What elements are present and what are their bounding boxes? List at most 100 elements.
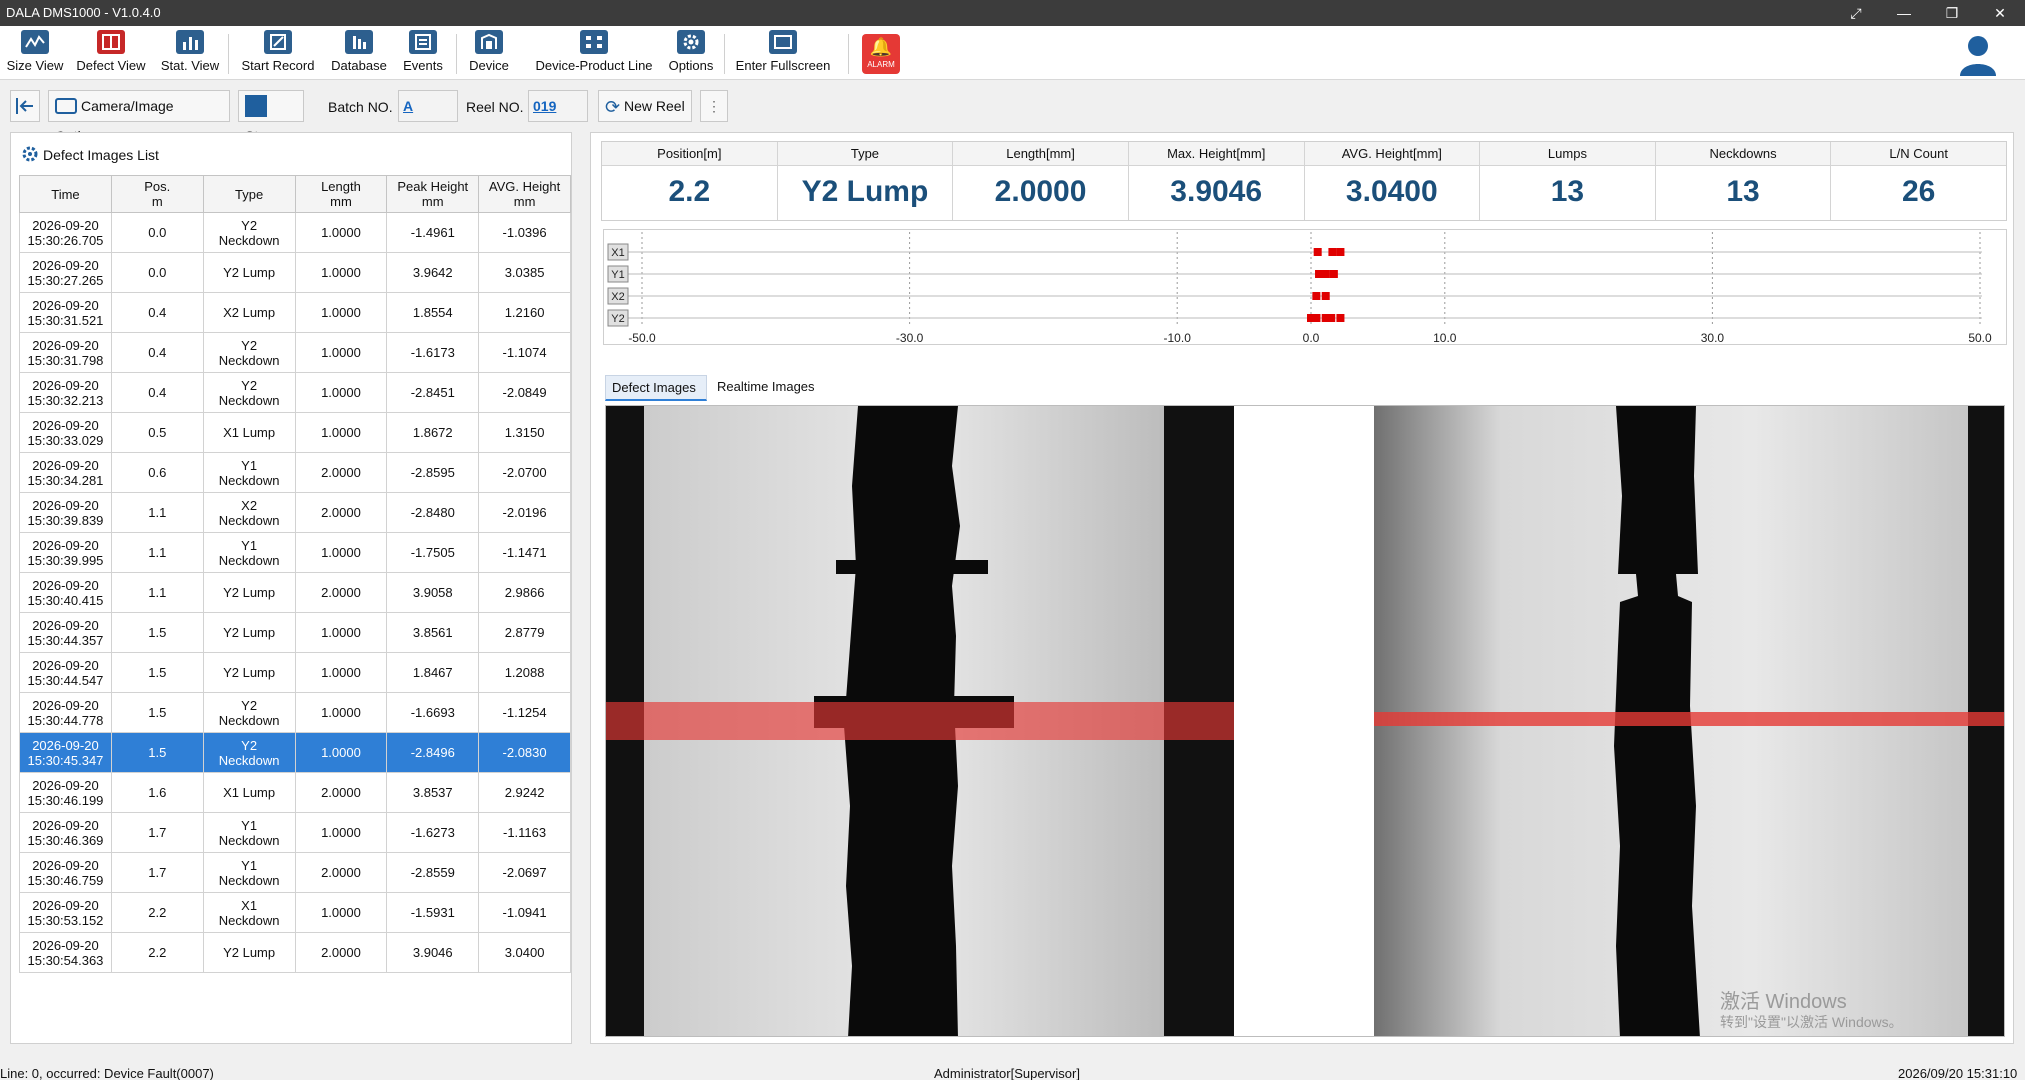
cell-avg: -2.0830 — [478, 732, 571, 773]
table-row[interactable]: 2026-09-20 15:30:34.281 0.6 Y1 Neckdown 2.00… — [19, 452, 571, 493]
defect-marker — [1312, 292, 1321, 300]
table-row[interactable]: 2026-09-20 15:30:26.705 0.0 Y2 Neckdown 1.00… — [19, 212, 571, 253]
collapse-panel-button[interactable] — [10, 90, 40, 122]
expand-icon[interactable]: ⤢ — [1832, 0, 1880, 26]
new-reel-button[interactable]: ⟳ New Reel — [598, 90, 692, 122]
table-row[interactable]: 2026-09-20 15:30:39.839 1.1 X2 Neckdown 2.00… — [19, 492, 571, 533]
cell-pos: 0.4 — [110, 332, 204, 373]
stat-label: Max. Height[mm] — [1128, 142, 1304, 166]
cell-avg: 1.2160 — [478, 292, 571, 333]
table-row[interactable]: 2026-09-20 15:30:46.759 1.7 Y1 Neckdown 2.00… — [19, 852, 571, 893]
record-icon — [264, 30, 292, 54]
window-title: DALA DMS1000 - V1.0.4.0 — [6, 5, 161, 20]
table-row[interactable]: 2026-09-20 15:30:45.347 1.5 Y2 Neckdown 1.00… — [19, 732, 571, 773]
device-product-line-button[interactable]: Device-Product Line — [530, 30, 658, 78]
cell-date: 2026-09-20 — [32, 217, 99, 233]
cell-time: 2026-09-20 15:30:53.152 — [19, 892, 112, 933]
column-header[interactable]: Pos. m — [110, 175, 204, 213]
table-row[interactable]: 2026-09-20 15:30:39.995 1.1 Y1 Neckdown 1.00… — [19, 532, 571, 573]
cell-pos: 2.2 — [110, 932, 204, 973]
cell-length: 1.0000 — [294, 332, 388, 373]
size-view-button[interactable]: Size View — [4, 30, 66, 78]
minimize-button[interactable]: — — [1880, 0, 1928, 26]
tab-defect-images[interactable]: Defect Images — [605, 375, 707, 401]
table-row[interactable]: 2026-09-20 15:30:31.521 0.4 X2 Lump 1.0000 1.… — [19, 292, 571, 333]
column-header[interactable]: Time — [19, 175, 112, 213]
toolbar-label: Size View — [6, 58, 64, 73]
product-line-icon — [580, 30, 608, 54]
table-row[interactable]: 2026-09-20 15:30:27.265 0.0 Y2 Lump 1.0000 3.… — [19, 252, 571, 293]
table-row[interactable]: 2026-09-20 15:30:32.213 0.4 Y2 Neckdown 1.00… — [19, 372, 571, 413]
column-header[interactable]: Length mm — [294, 175, 388, 213]
cell-type: Y1 Neckdown — [202, 852, 296, 893]
stat-view-button[interactable]: Stat. View — [158, 30, 222, 78]
cell-peak: -2.8496 — [386, 732, 480, 773]
table-row[interactable]: 2026-09-20 15:30:44.357 1.5 Y2 Lump 1.0000 3.… — [19, 612, 571, 653]
defects-table: Time Pos. m Type Length mm Peak Height mm AVG. H… — [19, 175, 571, 973]
cell-type: X1 Lump — [202, 412, 296, 453]
cell-time: 2026-09-20 15:30:44.778 — [19, 692, 112, 733]
table-row[interactable]: 2026-09-20 15:30:53.152 2.2 X1 Neckdown 1.00… — [19, 892, 571, 933]
table-row[interactable]: 2026-09-20 15:30:46.199 1.6 X1 Lump 2.0000 3.… — [19, 772, 571, 813]
main-toolbar: Size View Defect View Stat. View Start R… — [0, 26, 2025, 80]
cell-avg: -2.0849 — [478, 372, 571, 413]
gear-icon[interactable] — [21, 145, 39, 163]
cell-type: Y1 Neckdown — [202, 532, 296, 573]
close-button[interactable]: ✕ — [1976, 0, 2024, 26]
camera-image-options-button[interactable]: Camera/Image Options — [48, 90, 230, 144]
defect-view-button[interactable]: Defect View — [74, 30, 148, 78]
status-bar: Line: 0, occurred: Device Fault(0007) Ad… — [0, 1066, 2025, 1080]
fullscreen-icon — [769, 30, 797, 54]
tab-realtime-images[interactable]: Realtime Images — [711, 375, 825, 401]
database-button[interactable]: Database — [326, 30, 392, 78]
more-options-button[interactable]: ⋮ — [700, 90, 728, 122]
batch-input[interactable]: A — [398, 90, 458, 122]
status-user-text: Administrator[Supervisor] — [934, 1066, 1080, 1080]
cell-length: 2.0000 — [294, 492, 388, 533]
column-header[interactable]: AVG. Height mm — [478, 175, 571, 213]
cell-pos: 0.0 — [110, 212, 204, 253]
cell-time: 2026-09-20 15:30:31.798 — [19, 332, 112, 373]
device-button[interactable]: Device — [464, 30, 514, 78]
cell-date: 2026-09-20 — [32, 937, 99, 953]
stat-value: 26 — [1902, 175, 1936, 208]
column-header[interactable]: Peak Height mm — [386, 175, 480, 213]
cell-pos: 2.2 — [110, 892, 204, 933]
cell-type: Y2 Lump — [202, 572, 296, 613]
table-row[interactable]: 2026-09-20 15:30:40.415 1.1 Y2 Lump 2.0000 3.… — [19, 572, 571, 613]
cell-pos: 1.7 — [110, 852, 204, 893]
cell-pos: 1.1 — [110, 532, 204, 573]
cell-date: 2026-09-20 — [32, 617, 99, 633]
cell-type: X1 Lump — [202, 772, 296, 813]
stop-icon — [245, 95, 267, 117]
status-datetime-text: 2026/09/20 15:31:10 — [1898, 1066, 2018, 1080]
stop-button[interactable]: Stop — [238, 90, 304, 144]
summary-stats: Position[m] 2.2 Type Y2 Lump Length[mm] 2.000… — [601, 141, 2007, 221]
user-avatar-icon[interactable] — [1958, 34, 1998, 76]
cell-date: 2026-09-20 — [32, 417, 99, 433]
table-row[interactable]: 2026-09-20 15:30:54.363 2.2 Y2 Lump 2.0000 3.… — [19, 932, 571, 973]
alarm-indicator[interactable]: 🔔 ALARM — [862, 34, 900, 74]
toolbar-label: Device-Product Line — [535, 58, 653, 73]
table-row[interactable]: 2026-09-20 15:30:46.369 1.7 Y1 Neckdown 1.00… — [19, 812, 571, 853]
stat-label: Lumps — [1480, 142, 1655, 166]
defect-position-map: -50.0 -30.0 -10.0 0.0 10.0 30.0 50.0 X1 Y1 X2 Y2 — [603, 229, 2007, 345]
refresh-icon: ⟳ — [605, 97, 621, 117]
defect-image-viewer[interactable] — [605, 405, 2005, 1037]
enter-fullscreen-button[interactable]: Enter Fullscreen — [732, 30, 834, 78]
cell-type: Y2 Neckdown — [202, 692, 296, 733]
table-row[interactable]: 2026-09-20 15:30:44.547 1.5 Y2 Lump 1.0000 1.… — [19, 652, 571, 693]
table-row[interactable]: 2026-09-20 15:30:44.778 1.5 Y2 Neckdown 1.00… — [19, 692, 571, 733]
column-header[interactable]: Type — [202, 175, 296, 213]
table-row[interactable]: 2026-09-20 15:30:31.798 0.4 Y2 Neckdown 1.00… — [19, 332, 571, 373]
cell-pos: 1.5 — [110, 612, 204, 653]
cell-length: 1.0000 — [294, 372, 388, 413]
gear-icon — [677, 30, 705, 54]
table-row[interactable]: 2026-09-20 15:30:33.029 0.5 X1 Lump 1.0000 1.… — [19, 412, 571, 453]
reel-input[interactable]: 019 — [528, 90, 588, 122]
events-button[interactable]: Events — [398, 30, 448, 78]
options-button[interactable]: Options — [664, 30, 718, 78]
start-record-button[interactable]: Start Record — [236, 30, 320, 78]
cell-time: 2026-09-20 15:30:54.363 — [19, 932, 112, 973]
restore-button[interactable]: ❐ — [1928, 0, 1976, 26]
